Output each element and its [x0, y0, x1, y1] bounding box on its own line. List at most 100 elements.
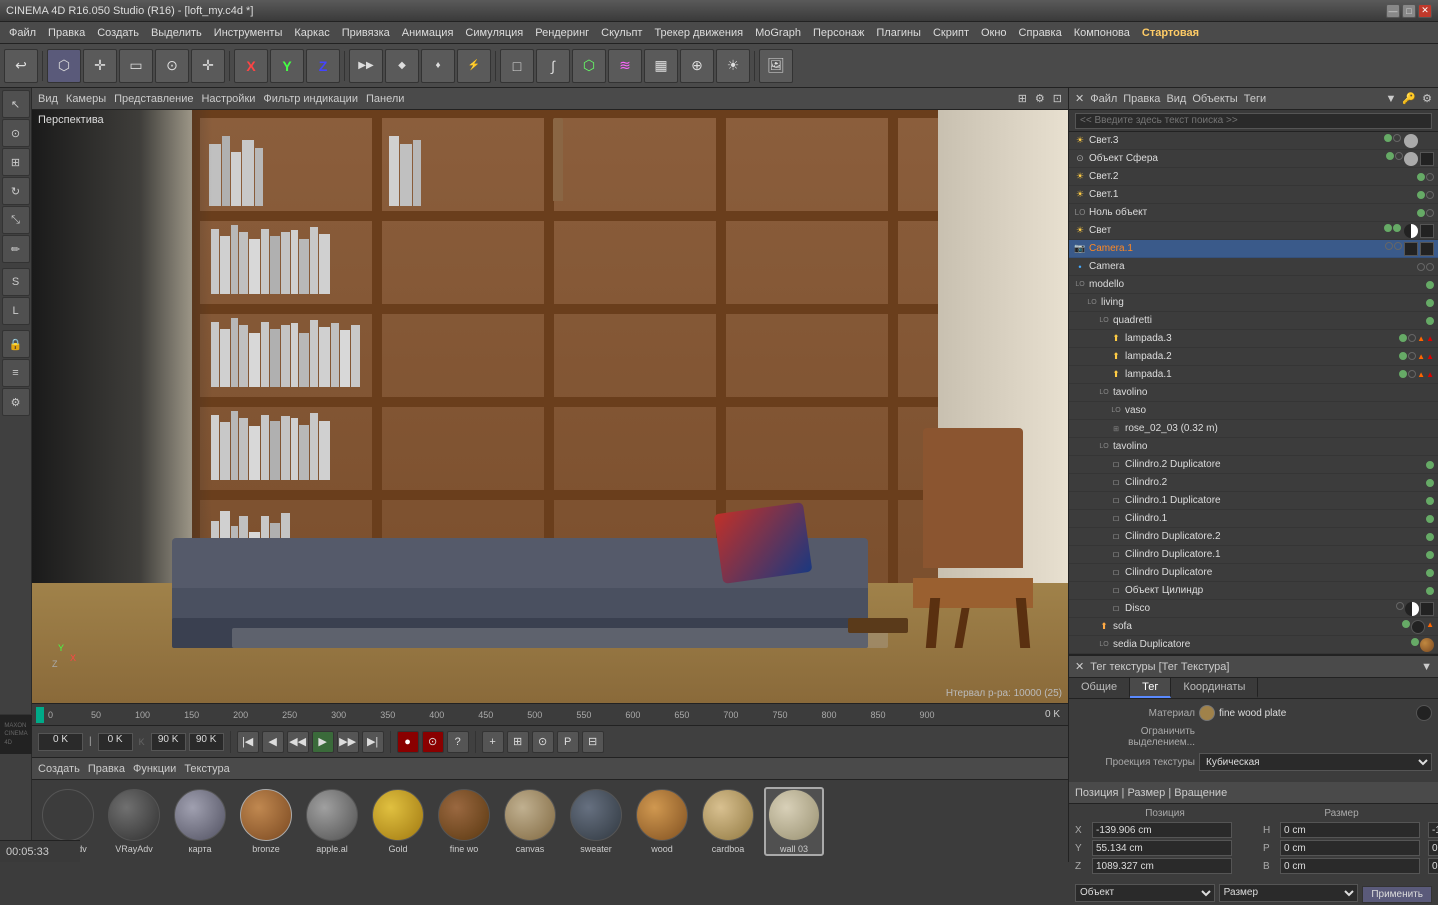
axis-z[interactable]: Z — [306, 49, 340, 83]
render-dot[interactable] — [1426, 173, 1434, 181]
vis-dot[interactable] — [1426, 587, 1434, 595]
tool-rotate[interactable]: ↻ — [2, 177, 30, 205]
render-dot[interactable] — [1408, 370, 1416, 378]
material-cardboard[interactable]: cardboa — [698, 789, 758, 854]
menu-plugins[interactable]: Плагины — [871, 25, 926, 41]
obj-item-tavolino2[interactable]: LO tavolino — [1069, 438, 1438, 456]
vis-dot[interactable] — [1426, 551, 1434, 559]
obj-item-camera[interactable]: • Camera — [1069, 258, 1438, 276]
obj-item-cil2dup[interactable]: □ Cilindro.2 Duplicatore — [1069, 456, 1438, 474]
size-mode-select[interactable]: Размер — [1219, 884, 1359, 902]
obj-item-cilobj[interactable]: □ Объект Цилиндр — [1069, 582, 1438, 600]
render-dot[interactable] — [1426, 209, 1434, 217]
h-size-input[interactable] — [1280, 822, 1420, 838]
rotate-tool[interactable]: ⊙ — [155, 49, 189, 83]
vis-dot[interactable] — [1386, 152, 1394, 160]
menu-edit[interactable]: Правка — [43, 25, 90, 41]
obj-menu-file[interactable]: Файл — [1090, 93, 1117, 105]
tool-select[interactable]: ↖ — [2, 90, 30, 118]
menu-anim[interactable]: Анимация — [397, 25, 459, 41]
min-frame-input[interactable]: 0 K — [98, 733, 133, 751]
menu-tools[interactable]: Инструменты — [209, 25, 288, 41]
mat-picker[interactable] — [1416, 705, 1432, 721]
vp-menu-filter[interactable]: Фильтр индикации — [263, 93, 358, 105]
vis-dot[interactable] — [1417, 173, 1425, 181]
render-dot[interactable] — [1408, 334, 1416, 342]
minimize-button[interactable]: — — [1386, 4, 1400, 18]
render-dot[interactable] — [1395, 152, 1403, 160]
render-dot[interactable] — [1393, 134, 1401, 142]
tag-tab-tag[interactable]: Тег — [1130, 678, 1171, 698]
menu-script[interactable]: Скрипт — [928, 25, 974, 41]
obj-item-sedia[interactable]: LO sedia Duplicatore — [1069, 636, 1438, 654]
menu-start[interactable]: Стартовая — [1137, 25, 1204, 41]
tool-snap[interactable]: 🔒 — [2, 330, 30, 358]
render-dot[interactable] — [1394, 242, 1402, 250]
next-frame-btn[interactable]: ▶▶ — [337, 731, 359, 753]
vis-dot[interactable] — [1426, 317, 1434, 325]
obj-list[interactable]: ☀ Свет.3 ⊙ Объект Сфера — [1069, 132, 1438, 654]
vis-dot[interactable] — [1417, 209, 1425, 217]
obj-item-null[interactable]: LO Ноль объект — [1069, 204, 1438, 222]
mat-menu-functions[interactable]: Функции — [133, 763, 176, 775]
transform-tool[interactable]: ✛ — [191, 49, 225, 83]
keyframe-btn[interactable]: ◆ — [385, 49, 419, 83]
b-size-input[interactable] — [1280, 858, 1420, 874]
render-dot[interactable] — [1426, 263, 1434, 271]
vis-dot[interactable] — [1426, 515, 1434, 523]
vis-dot[interactable] — [1384, 134, 1392, 142]
vis-dot[interactable] — [1426, 533, 1434, 541]
obj-item-cil1[interactable]: □ Cilindro.1 — [1069, 510, 1438, 528]
record-active-btn[interactable]: ● — [397, 731, 419, 753]
obj-item-vaso[interactable]: LO vaso — [1069, 402, 1438, 420]
tool-paint[interactable]: ✏ — [2, 235, 30, 263]
obj-menu-tags[interactable]: Теги — [1244, 93, 1266, 105]
vis-dot[interactable] — [1385, 242, 1393, 250]
menu-sculpt[interactable]: Скульпт — [596, 25, 647, 41]
material-vrayadv2[interactable]: VRayAdv — [104, 789, 164, 854]
close-button[interactable]: ✕ — [1418, 4, 1432, 18]
vp-menu-view2[interactable]: Представление — [114, 93, 193, 105]
menu-mograph[interactable]: MoGraph — [750, 25, 806, 41]
vis-dot[interactable] — [1426, 569, 1434, 577]
goto-end-btn[interactable]: ▶| — [362, 731, 384, 753]
motion-btn[interactable]: ⚡ — [457, 49, 491, 83]
cube-btn[interactable]: □ — [500, 49, 534, 83]
menu-compose[interactable]: Компонова — [1069, 25, 1135, 41]
obj-item-svet3[interactable]: ☀ Свет.3 — [1069, 132, 1438, 150]
y-rot-input[interactable] — [1428, 840, 1438, 856]
apply-button[interactable]: Применить — [1362, 886, 1432, 903]
material-bronze[interactable]: bronze — [236, 789, 296, 854]
projection-select[interactable]: Кубическая — [1199, 753, 1432, 771]
vis-dot[interactable] — [1396, 602, 1404, 610]
vis-dot[interactable] — [1399, 370, 1407, 378]
vis-dot[interactable] — [1417, 191, 1425, 199]
menu-motiontracker[interactable]: Трекер движения — [649, 25, 748, 41]
anim-btn[interactable]: ♦ — [421, 49, 455, 83]
move-tool[interactable]: ✛ — [83, 49, 117, 83]
obj-item-tavolino1[interactable]: LO tavolino — [1069, 384, 1438, 402]
autokey-btn[interactable]: P — [557, 731, 579, 753]
vp-settings2[interactable]: ⚙ — [1035, 92, 1045, 105]
obj-item-living[interactable]: LO living — [1069, 294, 1438, 312]
vis-dot[interactable] — [1426, 461, 1434, 469]
obj-manager-icon1[interactable]: 🔑 — [1402, 92, 1416, 105]
add-keyframe-btn[interactable]: + — [482, 731, 504, 753]
goto-start-btn[interactable]: |◀ — [237, 731, 259, 753]
maximize-button[interactable]: □ — [1402, 4, 1416, 18]
menu-snap[interactable]: Привязка — [337, 25, 395, 41]
obj-item-rose[interactable]: ⊞ rose_02_03 (0.32 m) — [1069, 420, 1438, 438]
timeline-area[interactable]: 0 50 100 150 200 250 300 350 400 450 500… — [46, 710, 1041, 720]
object-type-select[interactable]: Объект — [1075, 884, 1215, 902]
obj-item-cil1dup[interactable]: □ Cilindro.1 Duplicatore — [1069, 492, 1438, 510]
vis-dot[interactable] — [1426, 497, 1434, 505]
vis-dot[interactable] — [1426, 479, 1434, 487]
material-wood[interactable]: wood — [632, 789, 692, 854]
tool-scale[interactable]: ⤡ — [2, 206, 30, 234]
help-btn[interactable]: ? — [447, 731, 469, 753]
obj-item-sphere[interactable]: ⊙ Объект Сфера — [1069, 150, 1438, 168]
material-apple[interactable]: apple.al — [302, 789, 362, 854]
z-pos-input[interactable] — [1092, 858, 1232, 874]
vis-dot[interactable] — [1399, 352, 1407, 360]
obj-menu-edit[interactable]: Правка — [1123, 93, 1160, 105]
